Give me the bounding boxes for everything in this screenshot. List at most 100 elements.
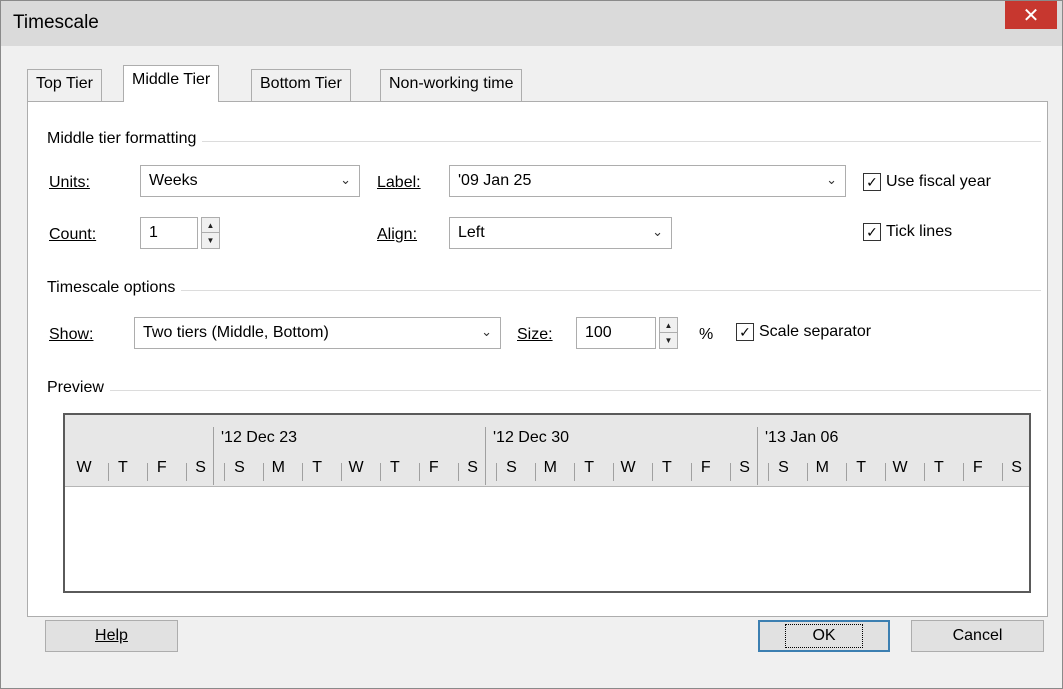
day-label: T: [856, 459, 867, 476]
chevron-down-icon: ⌄: [652, 224, 663, 239]
week-separator: [757, 427, 758, 485]
size-spinner[interactable]: ▲ ▼: [659, 317, 678, 349]
tick-lines-label: Tick lines: [886, 223, 953, 240]
check-icon: ✓: [863, 173, 881, 191]
day-separator: [962, 463, 964, 481]
show-dropdown[interactable]: Two tiers (Middle, Bottom) ⌄: [134, 317, 501, 349]
align-value: Left: [458, 224, 485, 241]
spin-down-icon[interactable]: ▼: [660, 333, 677, 348]
show-label: Show:: [49, 326, 94, 343]
spin-up-icon[interactable]: ▲: [660, 318, 677, 333]
units-dropdown[interactable]: Weeks ⌄: [140, 165, 360, 197]
day-separator: [1001, 463, 1003, 481]
group-divider: [61, 390, 1041, 391]
day-label: W: [76, 459, 92, 476]
align-label: Align:: [377, 226, 418, 243]
day-label: S: [778, 459, 789, 476]
label-dropdown[interactable]: '09 Jan 25 ⌄: [449, 165, 846, 197]
day-separator: [574, 463, 576, 481]
week-separator: [485, 427, 486, 485]
chevron-down-icon: ⌄: [340, 172, 351, 187]
scale-separator-checkbox[interactable]: ✓ Scale separator: [736, 323, 871, 341]
day-separator: [729, 463, 731, 481]
tab-label: Top Tier: [36, 75, 93, 92]
day-separator: [341, 463, 343, 481]
size-value: 100: [585, 324, 612, 341]
close-icon: ✕: [1022, 4, 1040, 27]
day-label: S: [506, 459, 517, 476]
ok-button[interactable]: OK: [758, 620, 890, 652]
tab-middle-tier[interactable]: Middle Tier: [123, 65, 220, 102]
scale-separator-label: Scale separator: [759, 323, 872, 340]
day-label: S: [467, 459, 478, 476]
day-separator: [107, 463, 109, 481]
count-input[interactable]: 1: [140, 217, 198, 249]
group-divider: [61, 290, 1041, 291]
align-dropdown[interactable]: Left ⌄: [449, 217, 672, 249]
day-separator: [651, 463, 653, 481]
day-label: T: [934, 459, 944, 476]
day-separator: [807, 463, 809, 481]
week-label: '13 Jan 06: [765, 429, 839, 446]
day-separator: [690, 463, 692, 481]
day-label: T: [389, 459, 400, 476]
cancel-button-label: Cancel: [952, 627, 1003, 644]
window-title: Timescale: [13, 12, 99, 33]
day-separator: [185, 463, 187, 481]
timescale-dialog: Timescale ✕ Top Tier Middle Tier Bottom …: [0, 0, 1063, 689]
size-input[interactable]: 100: [576, 317, 656, 349]
day-separator: [457, 463, 459, 481]
spin-down-icon[interactable]: ▼: [202, 233, 219, 248]
day-label: T: [584, 459, 595, 476]
label-label: Label:: [377, 174, 421, 191]
size-label: Size:: [517, 326, 553, 343]
use-fiscal-year-checkbox[interactable]: ✓ Use fiscal year: [863, 173, 991, 191]
tab-bottom-tier[interactable]: Bottom Tier: [251, 69, 351, 101]
help-button[interactable]: Help: [45, 620, 178, 652]
week-separator: [213, 427, 214, 485]
count-spinner[interactable]: ▲ ▼: [201, 217, 220, 249]
day-label: M: [815, 459, 829, 476]
day-separator: [263, 463, 265, 481]
help-button-label: Help: [95, 627, 128, 644]
day-label: S: [739, 459, 750, 476]
chevron-down-icon: ⌄: [481, 324, 492, 339]
cancel-button[interactable]: Cancel: [911, 620, 1044, 652]
size-unit: %: [699, 326, 714, 343]
preview-tiers: '12 Dec 23 '12 Dec 30 '13 Jan 06 W T F S S M T…: [65, 415, 1029, 487]
day-separator: [923, 463, 925, 481]
day-label: F: [972, 459, 983, 476]
check-icon: ✓: [736, 323, 754, 341]
tab-non-working-time[interactable]: Non-working time: [380, 69, 523, 101]
timescale-options-group-label: Timescale options: [47, 279, 182, 297]
day-separator: [535, 463, 537, 481]
day-separator: [302, 463, 304, 481]
day-separator: [613, 463, 615, 481]
day-label: T: [117, 459, 128, 476]
day-separator: [768, 463, 770, 481]
day-label: M: [543, 459, 557, 476]
tab-top-tier[interactable]: Top Tier: [27, 69, 102, 101]
close-button[interactable]: ✕: [1005, 1, 1057, 29]
day-label: T: [312, 459, 323, 476]
preview-group-label: Preview: [47, 379, 110, 397]
day-label: W: [620, 459, 636, 476]
title-bar: Timescale ✕: [1, 1, 1062, 46]
chevron-down-icon: ⌄: [826, 172, 837, 187]
week-label: '12 Dec 23: [221, 429, 297, 446]
tick-lines-checkbox[interactable]: ✓ Tick lines: [863, 223, 952, 241]
timescale-preview: '12 Dec 23 '12 Dec 30 '13 Jan 06 W T F S S M T…: [63, 413, 1031, 593]
day-label: W: [348, 459, 364, 476]
day-label: W: [892, 459, 908, 476]
day-separator: [146, 463, 148, 481]
tab-label: Middle Tier: [132, 71, 211, 88]
day-label: T: [662, 459, 672, 476]
day-label: S: [195, 459, 206, 476]
show-value: Two tiers (Middle, Bottom): [143, 324, 329, 341]
group-divider: [61, 141, 1041, 142]
units-label: Units:: [49, 174, 90, 191]
day-separator: [224, 463, 226, 481]
day-separator: [496, 463, 498, 481]
spin-up-icon[interactable]: ▲: [202, 218, 219, 233]
count-label: Count:: [49, 226, 97, 243]
